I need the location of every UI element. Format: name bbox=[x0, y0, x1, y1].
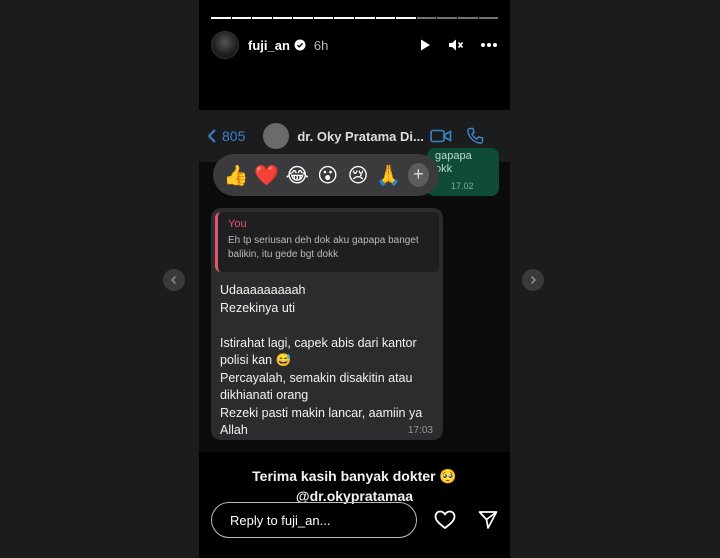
video-call-icon bbox=[430, 129, 452, 143]
thumbs-up-reaction-icon: 👍 bbox=[223, 163, 249, 187]
progress-segment bbox=[211, 17, 231, 19]
progress-segment bbox=[293, 17, 313, 19]
send-icon[interactable] bbox=[478, 510, 498, 530]
pray-reaction-icon: 🙏 bbox=[376, 163, 402, 187]
story-header: fuji_an 6h bbox=[211, 30, 498, 60]
mute-icon[interactable] bbox=[448, 38, 464, 52]
chevron-left-icon bbox=[170, 275, 177, 285]
message-time: 17:03 bbox=[407, 425, 433, 436]
reaction-bar: 👍 ❤️ 😂 😮 😢 🙏 + bbox=[213, 154, 439, 196]
progress-segment bbox=[457, 17, 478, 19]
username[interactable]: fuji_an bbox=[248, 38, 290, 53]
quote-text: Eh tp seriusan deh dok aku gapapa banget… bbox=[228, 235, 419, 260]
story-progress bbox=[211, 17, 499, 19]
contact-avatar bbox=[263, 123, 290, 149]
progress-segment bbox=[416, 17, 437, 19]
message-bubble: You Eh tp seriusan deh dok aku gapapa ba… bbox=[211, 208, 443, 440]
progress-segment bbox=[272, 17, 293, 19]
chevron-right-icon bbox=[530, 275, 537, 285]
story-time: 6h bbox=[313, 37, 329, 53]
add-reaction-icon: + bbox=[407, 163, 429, 187]
avatar[interactable] bbox=[211, 31, 239, 59]
progress-segment bbox=[437, 17, 457, 19]
quote-author: You bbox=[228, 218, 247, 230]
chevron-left-icon bbox=[207, 129, 216, 143]
back-button[interactable]: 805 bbox=[207, 128, 245, 144]
background-message-time: 17.02 bbox=[451, 181, 474, 191]
previous-story-button[interactable] bbox=[163, 269, 185, 291]
progress-segment bbox=[252, 17, 272, 19]
play-icon[interactable] bbox=[418, 38, 432, 52]
progress-segment bbox=[355, 17, 375, 19]
surprised-reaction-icon: 😮 bbox=[317, 163, 339, 187]
heart-icon[interactable] bbox=[434, 510, 456, 530]
laughing-reaction-icon: 😂 bbox=[285, 163, 309, 187]
progress-segment bbox=[231, 17, 252, 19]
progress-segment bbox=[375, 17, 396, 19]
phone-icon bbox=[466, 127, 484, 144]
progress-segment bbox=[478, 17, 499, 19]
heart-reaction-icon: ❤️ bbox=[254, 163, 280, 187]
quoted-message: You Eh tp seriusan deh dok aku gapapa ba… bbox=[215, 212, 439, 272]
progress-segment bbox=[396, 17, 416, 19]
reply-input[interactable] bbox=[211, 502, 417, 538]
story-viewer: fuji_an 6h 805 dr. Oky Pratama Di... gap… bbox=[199, 0, 510, 558]
progress-segment bbox=[334, 17, 355, 19]
more-options-icon[interactable] bbox=[480, 42, 498, 48]
next-story-button[interactable] bbox=[522, 269, 544, 291]
caption-line: Terima kasih banyak dokter 🥺 bbox=[252, 468, 457, 484]
background-message-text: gapapa okk bbox=[435, 150, 472, 175]
verified-badge-icon bbox=[294, 39, 306, 51]
message-text: Udaaaaaaaaah Rezekinya uti Istirahat lag… bbox=[220, 283, 423, 437]
back-count: 805 bbox=[222, 128, 246, 144]
contact-name: dr. Oky Pratama Di... bbox=[297, 128, 424, 144]
progress-segment bbox=[313, 17, 334, 19]
crying-reaction-icon: 😢 bbox=[347, 163, 369, 187]
reply-row bbox=[211, 502, 498, 538]
story-caption: Terima kasih banyak dokter 🥺 @dr.okyprat… bbox=[199, 466, 510, 506]
